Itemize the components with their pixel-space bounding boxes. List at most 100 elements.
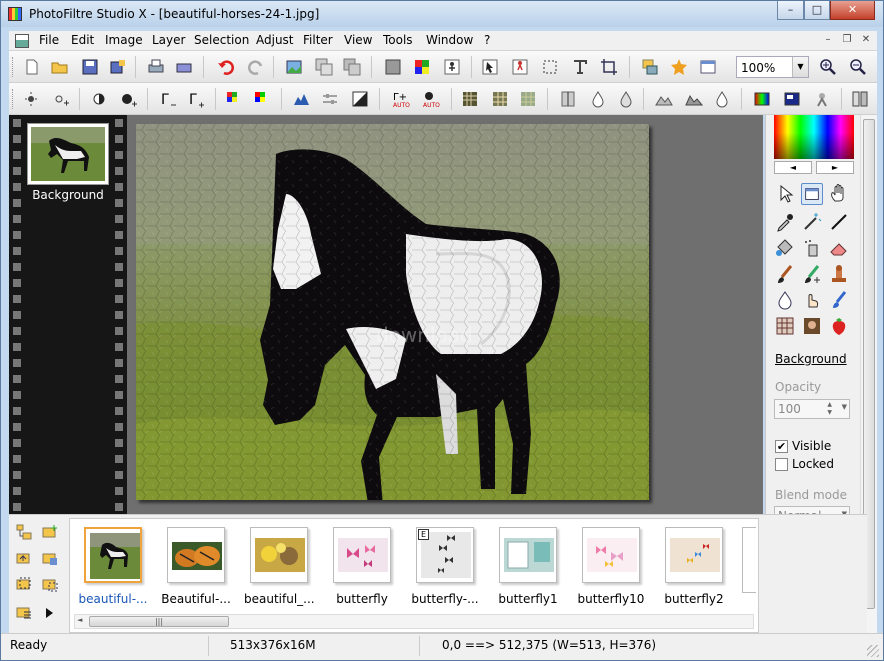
eraser-icon[interactable]: [828, 237, 850, 259]
close-button[interactable]: ✕: [830, 1, 875, 20]
brightness-plus-icon[interactable]: [51, 90, 69, 108]
menu-edit[interactable]: Edit: [71, 33, 94, 47]
sharpen-icon[interactable]: [559, 90, 577, 108]
chevron-down-icon[interactable]: ▼: [792, 57, 808, 77]
layer-label-background[interactable]: Background: [19, 188, 117, 202]
print-icon[interactable]: [147, 58, 165, 76]
folder-tree-icon[interactable]: [15, 523, 33, 541]
title-bar[interactable]: PhotoFiltre Studio X - [beautiful-horses…: [1, 1, 883, 27]
walker-icon[interactable]: [511, 58, 529, 76]
color-palette[interactable]: [774, 115, 854, 159]
noise-drop-icon[interactable]: [713, 90, 731, 108]
thumbnail-item[interactable]: butterfly1: [493, 527, 563, 606]
zoom-out-icon[interactable]: [849, 58, 867, 76]
opacity-dropdown-icon[interactable]: ▼: [842, 403, 847, 411]
save-as-icon[interactable]: [109, 58, 127, 76]
menu-image[interactable]: Image: [105, 33, 143, 47]
menu-file[interactable]: File: [39, 33, 59, 47]
color-grid-icon[interactable]: [413, 58, 431, 76]
blur-drop-tool-icon[interactable]: [774, 289, 796, 311]
new-file-icon[interactable]: [23, 58, 41, 76]
gradient-icon[interactable]: [384, 58, 402, 76]
mdi-minimize-button[interactable]: –: [821, 34, 835, 47]
eyedropper-icon[interactable]: [774, 211, 796, 233]
contrast-minus-icon[interactable]: [91, 90, 109, 108]
minimize-button[interactable]: –: [777, 1, 804, 20]
save-icon[interactable]: [81, 58, 99, 76]
palette-next-button[interactable]: ►: [816, 161, 854, 174]
open-folder-icon[interactable]: [51, 58, 69, 76]
opacity-input[interactable]: 100 ▲ ▼ ▼: [774, 399, 850, 419]
menu-filter[interactable]: Filter: [303, 33, 333, 47]
locked-checkbox[interactable]: [775, 458, 788, 471]
tile-icon[interactable]: [491, 90, 509, 108]
resize-grip-icon[interactable]: [867, 645, 879, 657]
thumbnail-item[interactable]: beautiful_...: [244, 527, 315, 606]
curves-icon[interactable]: [321, 90, 339, 108]
scroll-thumb[interactable]: |||: [89, 616, 229, 627]
spin-arrows-icon[interactable]: ▲ ▼: [827, 401, 832, 417]
redo-icon[interactable]: [247, 58, 265, 76]
folder-add-icon[interactable]: [41, 523, 59, 541]
select-rect-icon[interactable]: [541, 58, 559, 76]
scan-icon[interactable]: [175, 58, 193, 76]
select-folder-icon[interactable]: [15, 575, 33, 593]
mdi-close-button[interactable]: ✕: [859, 34, 873, 47]
deform-grid-icon[interactable]: [774, 315, 796, 337]
layers-icon[interactable]: [641, 58, 659, 76]
contrast-plus-icon[interactable]: [119, 90, 137, 108]
thumbnail-partial[interactable]: [742, 527, 756, 593]
relief-icon[interactable]: [685, 90, 703, 108]
grid-view-icon[interactable]: [15, 603, 33, 621]
maximize-button[interactable]: □: [804, 1, 830, 20]
folder-up-icon[interactable]: [15, 549, 33, 567]
menu-window[interactable]: Window: [426, 33, 473, 47]
zoom-select[interactable]: 100% ▼: [736, 56, 809, 78]
hand-icon[interactable]: [828, 183, 850, 205]
blur-drop-icon[interactable]: [589, 90, 607, 108]
pointer-icon[interactable]: [774, 183, 796, 205]
menu-selection[interactable]: Selection: [194, 33, 249, 47]
fill-icon[interactable]: [783, 90, 801, 108]
gamma-plus-icon[interactable]: Γ: [187, 90, 205, 108]
menu-help[interactable]: ?: [484, 33, 490, 47]
thumbnail-item[interactable]: Beautiful-...: [161, 527, 231, 606]
spray-icon[interactable]: [801, 237, 823, 259]
portrait-icon[interactable]: [801, 315, 823, 337]
color-brush-icon[interactable]: [828, 289, 850, 311]
brightness-minus-icon[interactable]: [23, 90, 41, 108]
folder-refresh-icon[interactable]: [41, 575, 59, 593]
undo-icon[interactable]: [217, 58, 235, 76]
color-gradient-icon[interactable]: [753, 90, 771, 108]
advanced-brush-icon[interactable]: [801, 263, 823, 285]
selection-tool-icon[interactable]: [801, 183, 823, 205]
thumbnail-item[interactable]: butterfly2: [659, 527, 729, 606]
document-icon[interactable]: [15, 34, 29, 48]
paste-new-icon[interactable]: [343, 58, 361, 76]
levels-icon[interactable]: [293, 90, 311, 108]
split-view-icon[interactable]: [851, 90, 869, 108]
automation-icon[interactable]: [443, 58, 461, 76]
blur-more-icon[interactable]: [617, 90, 635, 108]
invert-icon[interactable]: [351, 90, 369, 108]
menu-view[interactable]: View: [344, 33, 372, 47]
toolbar-grip[interactable]: [12, 89, 15, 109]
strawberry-icon[interactable]: [828, 315, 850, 337]
window-icon[interactable]: [699, 58, 717, 76]
image-icon[interactable]: [285, 58, 303, 76]
pointer-tool-icon[interactable]: [481, 58, 499, 76]
auto-levels-icon[interactable]: Γ+AUTO: [391, 90, 415, 108]
gallery-scrollbar[interactable]: ◄ |||: [74, 614, 754, 629]
smudge-finger-icon[interactable]: [801, 289, 823, 311]
auto-contrast-icon[interactable]: AUTO: [421, 90, 445, 108]
plugin-icon[interactable]: [670, 58, 688, 76]
fill-bucket-icon[interactable]: [774, 237, 796, 259]
saturation-plus-icon[interactable]: [253, 90, 271, 108]
menu-adjust[interactable]: Adjust: [256, 33, 294, 47]
duplicate-icon[interactable]: [315, 58, 333, 76]
thumbnail-item[interactable]: butterfly10: [576, 527, 646, 606]
play-arrow-icon[interactable]: [43, 607, 55, 619]
stamp-icon[interactable]: [828, 263, 850, 285]
toolbar-grip[interactable]: [12, 57, 15, 77]
mosaic-icon[interactable]: [461, 90, 479, 108]
